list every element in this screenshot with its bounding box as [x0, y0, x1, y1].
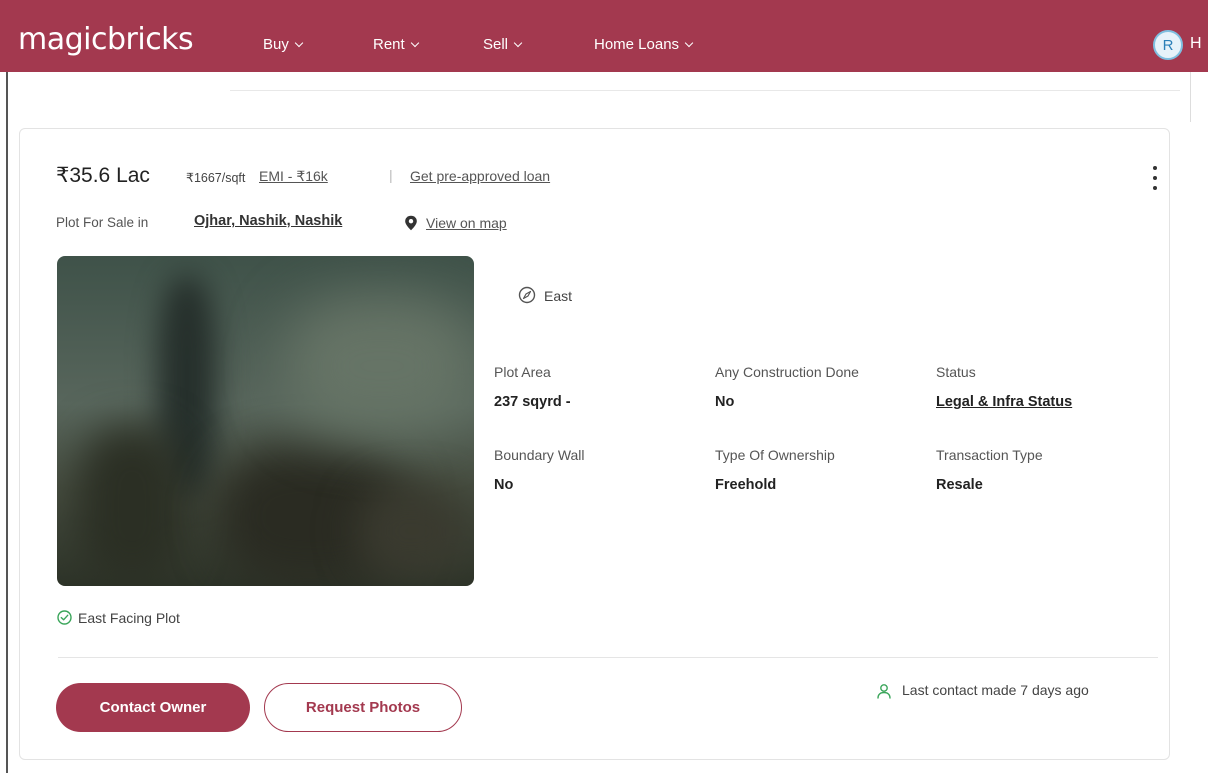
locality-link[interactable]: Ojhar, Nashik, Nashik [194, 213, 342, 229]
attr-ownership-value: Freehold [715, 477, 777, 493]
photo-blur-shape [287, 296, 474, 436]
page-left-border [6, 72, 8, 773]
last-contact-info: Last contact made 7 days ago [902, 682, 1089, 698]
check-circle-icon [57, 610, 72, 625]
attr-boundary-wall-label: Boundary Wall [494, 447, 585, 463]
separator: | [389, 167, 393, 183]
emi-link[interactable]: EMI - ₹16k [259, 168, 328, 185]
nav-sell[interactable]: Sell [483, 36, 523, 53]
nav-home-loans-label: Home Loans [594, 36, 680, 53]
photo-blur-shape [357, 486, 467, 576]
user-avatar[interactable]: R [1153, 30, 1183, 60]
attr-transaction-label: Transaction Type [936, 447, 1043, 463]
faded-tabs-line [230, 90, 1180, 91]
photo-blur-shape [77, 426, 187, 586]
nav-rent-label: Rent [373, 36, 405, 53]
compass-icon [518, 286, 536, 304]
nav-buy[interactable]: Buy [263, 36, 304, 53]
facing-direction: East [544, 288, 573, 304]
more-options-icon[interactable] [1150, 166, 1160, 190]
nav-rent[interactable]: Rent [373, 36, 419, 53]
page-right-border [1190, 72, 1191, 122]
nav-home-loans[interactable]: Home Loans [594, 36, 694, 53]
attr-plot-area-value: 237 sqyrd - [494, 394, 571, 410]
attr-ownership-label: Type Of Ownership [715, 447, 835, 463]
listing-tag: East Facing Plot [78, 610, 180, 626]
card-divider [58, 657, 1158, 658]
request-photos-button[interactable]: Request Photos [264, 683, 462, 732]
listing-subtitle: Plot For Sale in [56, 215, 149, 230]
attr-transaction-value: Resale [936, 477, 983, 493]
contact-owner-button[interactable]: Contact Owner [56, 683, 250, 732]
legal-infra-status-link[interactable]: Legal & Infra Status [936, 394, 1072, 410]
listing-price: ₹35.6 Lac [56, 164, 150, 187]
person-icon [877, 684, 891, 699]
nav-buy-label: Buy [263, 36, 289, 53]
user-name-truncated[interactable]: H [1190, 35, 1202, 53]
attr-construction-value: No [715, 394, 735, 410]
chevron-down-icon [684, 38, 694, 47]
magicbricks-logo[interactable]: magicbricks [18, 22, 194, 57]
attr-boundary-wall-value: No [494, 477, 514, 493]
property-photo[interactable] [57, 256, 474, 586]
chevron-down-icon [410, 38, 419, 47]
top-navigation-bar: magicbricks Buy Rent Sell Home Loans R H [0, 0, 1208, 72]
avatar-letter: R [1162, 36, 1174, 54]
price-per-sqft: ₹1667/sqft [186, 171, 246, 185]
attr-plot-area-label: Plot Area [494, 364, 551, 380]
pre-approved-loan-link[interactable]: Get pre-approved loan [410, 168, 550, 184]
map-pin-icon [405, 215, 417, 231]
view-on-map-link[interactable]: View on map [426, 215, 507, 231]
nav-sell-label: Sell [483, 36, 509, 53]
chevron-down-icon [513, 38, 523, 47]
attr-status-label: Status [936, 364, 976, 380]
chevron-down-icon [294, 38, 304, 47]
attr-construction-label: Any Construction Done [715, 364, 859, 380]
